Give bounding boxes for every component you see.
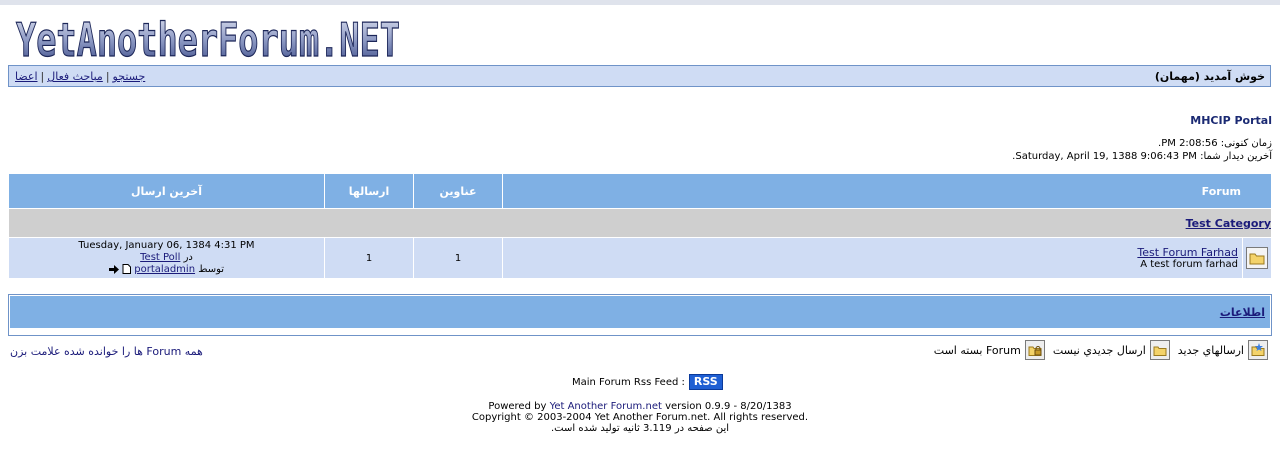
legend: ارسالهاي جديد ارسال جديدي نيست Forum بست…	[934, 339, 1268, 361]
nav-links: جستجو|مباحث فعال|اعضا	[15, 70, 145, 83]
no-new-posts-label: ارسال جديدي نيست	[1052, 343, 1146, 357]
locked-forum-icon	[1024, 340, 1045, 360]
mark-all-read-link[interactable]: همه Forum ها را خوانده شده علامت بزن	[10, 345, 203, 358]
last-post-date: Tuesday, January 06, 1384 4:31 PM	[78, 240, 255, 251]
top-strip	[0, 0, 1280, 5]
welcome-text: خوش آمدید (مهمان)	[1154, 70, 1265, 83]
footer-generated: این صفحه در 3.119 ثانیه تولید شده است.	[551, 423, 729, 434]
category-link[interactable]: Test Category	[1186, 217, 1271, 230]
new-posts-label: ارسالهاي جديد	[1177, 343, 1244, 357]
rss-button[interactable]: RSS	[688, 374, 723, 390]
footer-copyright: Copyright © 2003-2004 Yet Another Forum.…	[471, 412, 809, 423]
in-label: در	[183, 252, 193, 263]
folder-icon	[1246, 247, 1268, 269]
last-visit: آخرین دیدار شما: Saturday, April 19, 138…	[1012, 151, 1272, 162]
last-post-topic-link[interactable]: Test Poll	[140, 252, 180, 263]
rss-label: Main Forum Rss Feed :	[572, 376, 685, 388]
new-posts-icon	[1248, 340, 1268, 360]
header-posts: ارسالها	[324, 173, 414, 209]
powered-link[interactable]: Yet Another Forum.net	[550, 401, 662, 412]
version-text: version 0.9.9 - 8/20/1383	[665, 401, 792, 412]
last-post-user-link[interactable]: portaladmin	[134, 264, 195, 275]
info-link[interactable]: اطلاعات	[1220, 306, 1265, 319]
portal-title: MHCIP Portal	[1190, 114, 1272, 127]
header-last-post: آخرین ارسال	[8, 173, 325, 209]
header-topics: عناوین	[413, 173, 503, 209]
nav-separator: |	[40, 70, 45, 83]
nav-link-members[interactable]: اعضا	[15, 70, 38, 83]
table-header-row: آخرین ارسال ارسالها عناوین Forum	[8, 173, 1272, 209]
current-time: زمان کنونی: 2:08:56 PM.	[1158, 138, 1272, 149]
category-row: Test Category	[8, 208, 1272, 238]
forum-description: A test forum farhad	[1140, 259, 1238, 270]
forum-title-link[interactable]: Test Forum Farhad	[1137, 246, 1238, 259]
info-box: اطلاعات	[8, 294, 1272, 336]
last-post-cell: Tuesday, January 06, 1384 4:31 PM در Tes…	[8, 237, 325, 279]
locked-forum-label: Forum بسته است	[933, 343, 1021, 357]
forum-table: آخرین ارسال ارسالها عناوین Forum Test Ca…	[8, 173, 1272, 279]
header-forum: Forum	[502, 173, 1272, 209]
forum-icon-cell	[1242, 237, 1272, 279]
nav-bar: جستجو|مباحث فعال|اعضا خوش آمدید (مهمان)	[8, 65, 1271, 87]
forum-cell: Test Forum Farhad A test forum farhad	[502, 237, 1243, 279]
footer-powered: Powered by Yet Another Forum.net version…	[0, 401, 1280, 412]
table-row: Tuesday, January 06, 1384 4:31 PM در Tes…	[8, 237, 1272, 279]
no-new-posts-icon	[1149, 340, 1170, 360]
rss-feed: Main Forum Rss Feed : RSS	[572, 374, 723, 390]
powered-prefix: Powered by	[488, 401, 547, 412]
logo-text: YetAnotherForum.NET	[16, 14, 400, 62]
nav-separator: |	[105, 70, 110, 83]
posts-count: 1	[324, 237, 414, 279]
info-bar: اطلاعات	[10, 296, 1270, 328]
by-label: توسط	[198, 264, 225, 275]
nav-link-search[interactable]: جستجو	[113, 70, 146, 83]
site-logo[interactable]: YetAnotherForum.NET	[14, 14, 404, 62]
page-icon[interactable]	[122, 264, 132, 274]
nav-link-active-topics[interactable]: مباحث فعال	[47, 70, 103, 83]
topics-count: 1	[413, 237, 503, 279]
go-to-last-post-icon[interactable]	[108, 264, 119, 274]
